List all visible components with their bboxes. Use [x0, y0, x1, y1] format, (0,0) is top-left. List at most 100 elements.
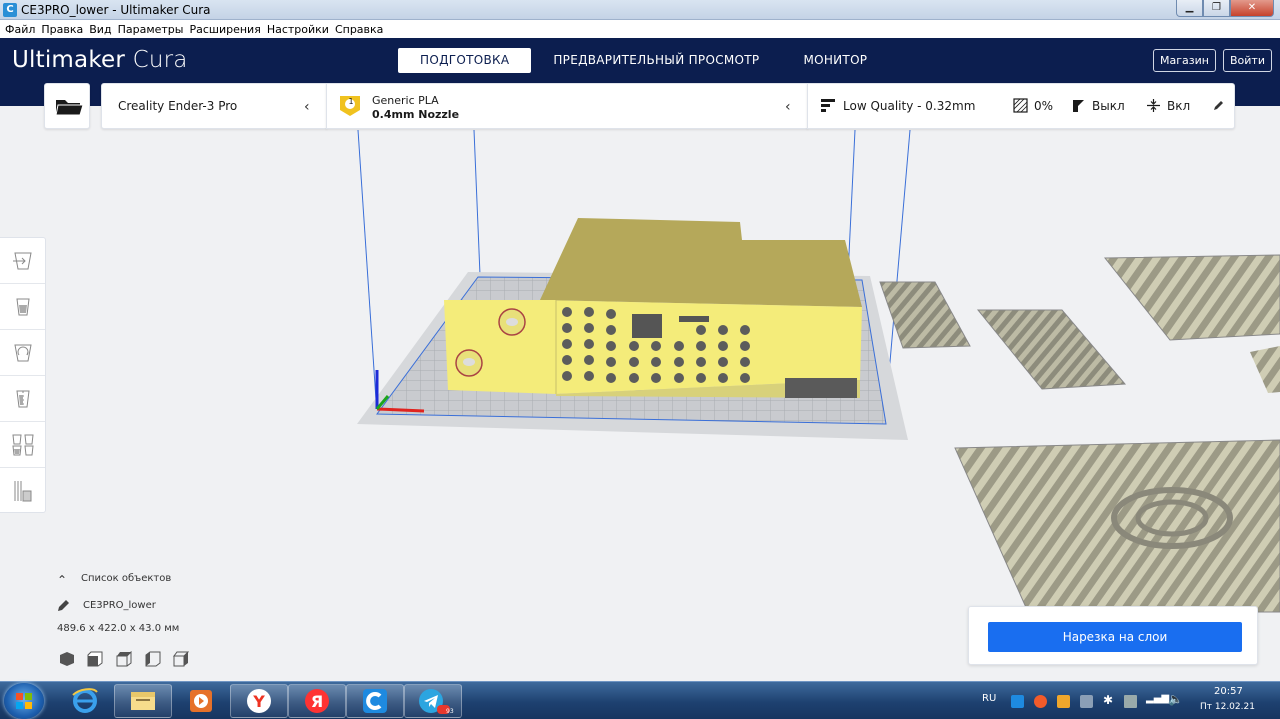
infill-icon: [1013, 98, 1028, 113]
taskbar-cura[interactable]: [346, 684, 404, 718]
view-3d-icon[interactable]: [59, 651, 75, 667]
view-front-icon[interactable]: [87, 651, 103, 667]
tab-monitor[interactable]: МОНИТОР: [781, 48, 889, 73]
support-blocker-button[interactable]: [0, 468, 45, 514]
bluetooth-icon[interactable]: ✱: [1103, 693, 1113, 707]
move-icon: [12, 252, 32, 269]
print-settings-selector[interactable]: Low Quality - 0.32mm 0% Выкл Вкл: [807, 83, 1235, 129]
taskbar-yandex[interactable]: Я: [288, 684, 346, 718]
infill-value: 0%: [1034, 99, 1054, 113]
media-player-icon: [190, 690, 212, 712]
chevron-left-icon: ‹: [304, 99, 310, 115]
chevron-up-icon[interactable]: ⌃: [57, 573, 67, 587]
view-left-icon[interactable]: [145, 651, 161, 667]
material-selector[interactable]: 1 Generic PLA 0.4mm Nozzle ‹: [326, 83, 808, 129]
taskbar-media-player[interactable]: [172, 684, 230, 718]
scale-tool-button[interactable]: [0, 284, 45, 330]
material-name: Generic PLA: [372, 94, 439, 107]
signin-button[interactable]: Войти: [1223, 49, 1272, 72]
svg-text:Я: Я: [311, 692, 323, 711]
marketplace-button[interactable]: Магазин: [1153, 49, 1216, 72]
profile-name: Low Quality - 0.32mm: [843, 99, 976, 113]
cura-window: C CE3PRO_lower - Ultimaker Cura ▁ ❐ ✕ Фа…: [0, 0, 1280, 719]
cura-icon: [363, 689, 387, 713]
object-list-toggle[interactable]: Список объектов: [81, 573, 171, 584]
action-panel: Нарезка на слои: [968, 606, 1258, 665]
pencil-icon[interactable]: [57, 599, 71, 613]
brand-main: Ultimaker: [12, 47, 126, 73]
adhesion-icon: [1147, 99, 1160, 112]
internet-explorer-icon: [72, 688, 98, 713]
view-top-icon[interactable]: [116, 651, 132, 667]
folder-icon: [55, 100, 84, 116]
taskbar-ie[interactable]: [56, 684, 114, 718]
svg-text:Y: Y: [252, 692, 265, 711]
tray-app-icon[interactable]: [1034, 695, 1047, 708]
usb-icon[interactable]: [1124, 695, 1137, 708]
object-dimensions: 489.6 x 422.0 x 43.0 мм: [57, 623, 180, 634]
adhesion-value: Вкл: [1167, 99, 1191, 113]
window-title: CE3PRO_lower - Ultimaker Cura: [21, 3, 211, 17]
menu-help[interactable]: Справка: [332, 20, 386, 38]
mirror-icon: [15, 390, 30, 407]
telegram-icon: [419, 689, 450, 714]
open-file-button[interactable]: [44, 83, 90, 129]
pencil-icon: [1214, 101, 1223, 110]
rotate-icon: [13, 344, 32, 361]
per-model-settings-button[interactable]: [0, 422, 45, 468]
taskbar-yandex-browser[interactable]: Y: [230, 684, 288, 718]
language-indicator[interactable]: RU: [982, 693, 996, 704]
support-value: Выкл: [1092, 99, 1125, 113]
windows-logo-icon: [16, 693, 32, 709]
minimize-button[interactable]: ▁: [1176, 0, 1203, 17]
menu-preferences[interactable]: Настройки: [264, 20, 332, 38]
move-tool-button[interactable]: [0, 238, 45, 284]
title-bar: C CE3PRO_lower - Ultimaker Cura ▁ ❐ ✕: [0, 0, 1280, 20]
per-model-settings-icon: [11, 434, 34, 455]
clock-date[interactable]: Пт 12.02.21: [1200, 702, 1255, 712]
printer-name: Creality Ender-3 Pro: [118, 99, 238, 113]
stage-tabs: ПОДГОТОВКА ПРЕДВАРИТЕЛЬНЫЙ ПРОСМОТР МОНИ…: [398, 48, 889, 73]
yandex-browser-icon: Y: [247, 689, 271, 713]
support-blocker-icon: [14, 481, 31, 502]
cura-app-icon: C: [3, 3, 17, 17]
maximize-button[interactable]: ❐: [1203, 0, 1230, 17]
view-right-icon[interactable]: [173, 651, 189, 667]
menu-extensions[interactable]: Расширения: [186, 20, 263, 38]
brand-sub: Cura: [132, 47, 188, 73]
folder-icon: [131, 692, 155, 710]
nozzle-size: 0.4mm Nozzle: [372, 108, 460, 121]
mirror-tool-button[interactable]: [0, 376, 45, 422]
printer-selector[interactable]: Creality Ender-3 Pro ‹: [101, 83, 327, 129]
rotate-tool-button[interactable]: [0, 330, 45, 376]
volume-icon[interactable]: 🔈: [1168, 692, 1183, 706]
tab-prepare[interactable]: ПОДГОТОВКА: [398, 48, 532, 73]
window-controls: ▁ ❐ ✕: [1176, 0, 1274, 17]
tool-panel: [0, 237, 46, 513]
object-name: CE3PRO_lower: [83, 600, 156, 611]
start-button[interactable]: [4, 683, 44, 719]
tab-preview[interactable]: ПРЕДВАРИТЕЛЬНЫЙ ПРОСМОТР: [531, 48, 781, 73]
build-plate-viewport[interactable]: [0, 106, 1280, 681]
cura-tray-icon[interactable]: [1011, 695, 1024, 708]
clock-time[interactable]: 20:57: [1214, 686, 1243, 697]
menu-settings[interactable]: Параметры: [115, 20, 187, 38]
slice-button[interactable]: Нарезка на слои: [988, 622, 1242, 652]
close-button[interactable]: ✕: [1230, 0, 1274, 17]
taskbar-telegram[interactable]: 93: [404, 684, 462, 718]
taskbar-explorer[interactable]: [114, 684, 172, 718]
chevron-left-icon: ‹: [785, 99, 791, 115]
menu-view[interactable]: Вид: [86, 20, 114, 38]
tray-app-icon-3[interactable]: [1080, 695, 1093, 708]
yandex-icon: Я: [305, 689, 329, 713]
profile-icon: [821, 99, 835, 112]
menu-edit[interactable]: Правка: [38, 20, 86, 38]
menu-file[interactable]: Файл: [2, 20, 38, 38]
menu-bar: Файл Правка Вид Параметры Расширения Нас…: [0, 20, 1280, 38]
support-icon: [1073, 100, 1084, 112]
app-logo: Ultimaker Cura: [12, 47, 188, 73]
extruder-number: 1: [348, 97, 354, 106]
tray-app-icon-2[interactable]: [1057, 695, 1070, 708]
network-icon[interactable]: ▂▄▆: [1146, 693, 1169, 704]
telegram-badge: 93: [446, 708, 454, 715]
